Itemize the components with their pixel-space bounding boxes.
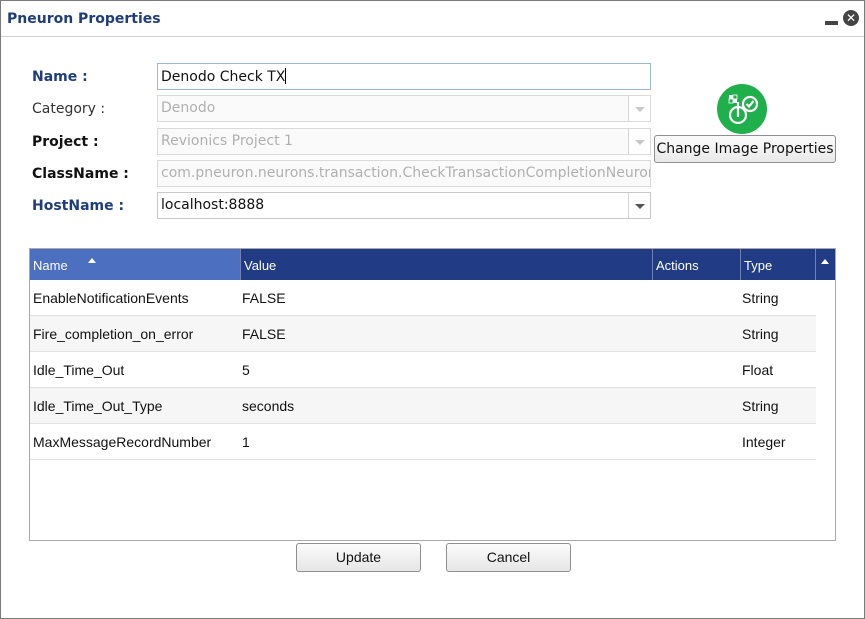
close-icon[interactable]: ✕ — [843, 10, 859, 26]
hostname-value: localhost:8888 — [161, 197, 265, 213]
cell-value[interactable]: seconds — [242, 398, 294, 414]
classname-label: ClassName : — [32, 166, 129, 182]
cell-type: String — [742, 398, 779, 414]
project-select: Revionics Project 1 — [157, 128, 651, 155]
grid-header: Name Value Actions Type — [30, 249, 835, 280]
pneuron-checklist-icon — [717, 84, 767, 134]
change-image-properties-button[interactable]: Change Image Properties — [654, 135, 836, 163]
classname-value: com.pneuron.neurons.transaction.CheckTra… — [161, 165, 651, 181]
table-row[interactable]: MaxMessageRecordNumber 1 Integer — [30, 424, 816, 460]
name-input[interactable]: Denodo Check TX — [157, 63, 651, 90]
chevron-down-icon[interactable] — [628, 193, 650, 218]
cell-value[interactable]: FALSE — [242, 326, 286, 342]
cell-name: EnableNotificationEvents — [33, 290, 189, 306]
name-label: Name : — [32, 69, 88, 85]
category-value: Denodo — [161, 100, 216, 116]
hostname-label: HostName : — [32, 198, 125, 214]
properties-grid: Name Value Actions Type EnableNotificati… — [29, 248, 836, 541]
cell-value[interactable]: 5 — [242, 362, 250, 378]
cell-type: Integer — [742, 434, 786, 450]
project-value: Revionics Project 1 — [161, 133, 293, 149]
cell-value[interactable]: FALSE — [242, 290, 286, 306]
hostname-select[interactable]: localhost:8888 — [157, 192, 651, 219]
table-row[interactable]: Fire_completion_on_error FALSE String — [30, 316, 816, 352]
cell-type: String — [742, 326, 779, 342]
cell-name: MaxMessageRecordNumber — [33, 434, 212, 450]
name-value: Denodo Check TX — [161, 69, 286, 85]
sort-ascending-icon — [88, 258, 96, 263]
category-select: Denodo — [157, 95, 651, 122]
cell-value[interactable]: 1 — [242, 434, 250, 450]
project-label: Project : — [32, 134, 99, 150]
classname-input: com.pneuron.neurons.transaction.CheckTra… — [157, 160, 651, 187]
table-row[interactable]: Idle_Time_Out_Type seconds String — [30, 388, 816, 424]
table-row[interactable]: EnableNotificationEvents FALSE String — [30, 280, 816, 316]
grid-rows: EnableNotificationEvents FALSE String Fi… — [30, 280, 816, 460]
cell-type: String — [742, 290, 779, 306]
chevron-down-icon — [628, 96, 650, 121]
cell-name: Fire_completion_on_error — [33, 326, 194, 342]
scroll-up-button[interactable] — [815, 249, 835, 280]
column-header-value[interactable]: Value — [240, 249, 652, 280]
table-row[interactable]: Idle_Time_Out 5 Float — [30, 352, 816, 388]
update-button[interactable]: Update — [296, 543, 421, 572]
cancel-button[interactable]: Cancel — [446, 543, 571, 572]
dialog-title: Pneuron Properties — [7, 11, 161, 27]
text-cursor — [285, 68, 287, 84]
cell-name: Idle_Time_Out — [33, 362, 125, 378]
pneuron-properties-dialog: Pneuron Properties ✕ Name : Denodo Check… — [0, 0, 865, 619]
category-label: Category : — [32, 101, 106, 117]
column-type-label: Type — [744, 258, 773, 273]
column-actions-label: Actions — [656, 258, 699, 273]
column-value-label: Value — [244, 258, 277, 273]
column-header-name[interactable]: Name — [30, 249, 240, 280]
cell-name: Idle_Time_Out_Type — [33, 398, 163, 414]
chevron-up-icon — [821, 259, 829, 264]
chevron-down-icon — [628, 129, 650, 154]
minimize-icon[interactable] — [825, 21, 838, 25]
column-name-label: Name — [33, 258, 68, 273]
cell-type: Float — [742, 362, 774, 378]
column-header-actions[interactable]: Actions — [652, 249, 740, 280]
title-bar[interactable]: Pneuron Properties ✕ — [1, 1, 864, 37]
column-header-type[interactable]: Type — [740, 249, 815, 280]
